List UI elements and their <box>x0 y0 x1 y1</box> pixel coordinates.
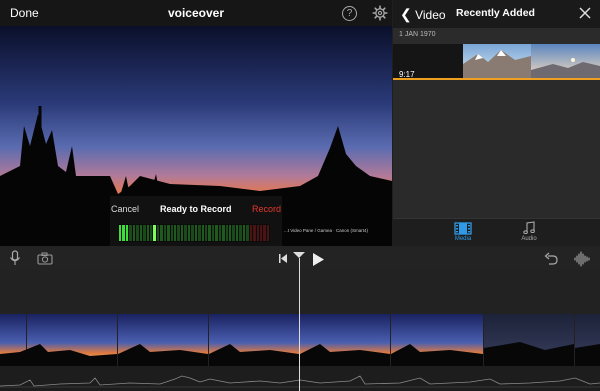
date-label: 1 JAN 1970 <box>399 31 436 38</box>
meter-segment <box>198 225 201 241</box>
meter-segment <box>263 225 266 241</box>
meter-segment <box>253 225 256 241</box>
undo-icon[interactable] <box>544 252 558 265</box>
meter-segment <box>239 225 242 241</box>
meter-segment <box>119 225 122 241</box>
meter-segment <box>235 225 239 241</box>
video-overlay-caption: ...t Video Pane / Gamea · Canon (Smart4) <box>284 228 368 233</box>
media-clip-thumbnail[interactable] <box>393 44 600 80</box>
meter-segment <box>129 225 132 241</box>
meter-segment <box>242 225 246 241</box>
camera-icon[interactable] <box>37 252 53 265</box>
media-browser-tab-bar: Media Audio <box>393 218 600 247</box>
film-strip-icon <box>454 222 472 235</box>
meter-segment <box>204 225 208 241</box>
meter-segment <box>259 225 263 241</box>
meter-segment <box>184 225 187 241</box>
meter-segment <box>191 225 194 241</box>
meter-segment <box>246 225 249 241</box>
meter-segment <box>208 225 211 241</box>
meter-segment <box>174 225 177 241</box>
meter-segment <box>222 225 225 241</box>
meter-segment <box>146 225 149 241</box>
tab-media-label: Media <box>454 236 472 242</box>
meter-segment <box>125 225 129 241</box>
chevron-left-icon: ❮ <box>400 6 412 22</box>
timeline-thumbnails <box>0 314 600 366</box>
tab-media[interactable]: Media <box>445 222 481 242</box>
audio-waveform-icon[interactable] <box>574 251 590 267</box>
music-note-icon <box>523 221 535 234</box>
meter-segment <box>153 225 156 241</box>
meter-segment <box>218 225 222 241</box>
audio-level-meter <box>118 224 270 242</box>
meter-segment <box>167 225 170 241</box>
meter-segment <box>143 225 146 241</box>
project-title: voiceover <box>167 6 225 20</box>
meter-segment <box>163 225 167 241</box>
meter-segment <box>180 225 184 241</box>
meter-segment <box>201 225 204 241</box>
help-icon[interactable]: ? <box>342 6 357 21</box>
play-icon[interactable] <box>311 252 325 267</box>
date-section-header: 1 JAN 1970 <box>393 28 600 44</box>
meter-segment <box>170 225 173 241</box>
video-clip-track[interactable] <box>0 314 600 366</box>
timeline-toolbar <box>0 246 600 270</box>
meter-segment <box>187 225 191 241</box>
skip-to-start-icon[interactable] <box>278 253 288 264</box>
meter-segment <box>139 225 143 241</box>
meter-segment <box>132 225 136 241</box>
audio-waveform-track[interactable] <box>0 366 600 391</box>
cancel-record-button[interactable]: Cancel <box>111 204 139 214</box>
voiceover-record-panel: Cancel Ready to Record Record <box>110 196 282 246</box>
meter-segment <box>215 225 218 241</box>
meter-segment <box>256 225 259 241</box>
meter-segment <box>229 225 232 241</box>
meter-segment <box>266 225 270 241</box>
back-button-label: Video <box>415 8 446 22</box>
meter-segment <box>211 225 215 241</box>
meter-segment <box>149 225 153 241</box>
playhead-line[interactable] <box>299 258 300 391</box>
meter-segment <box>156 225 160 241</box>
record-status-label: Ready to Record <box>160 204 232 214</box>
meter-segment <box>194 225 198 241</box>
microphone-icon[interactable] <box>9 250 21 266</box>
meter-segment <box>122 225 125 241</box>
meter-segment <box>177 225 180 241</box>
tab-audio-label: Audio <box>521 236 537 242</box>
meter-segment <box>249 225 253 241</box>
tab-audio[interactable]: Audio <box>511 221 547 242</box>
meter-segment <box>136 225 139 241</box>
meter-segment <box>232 225 235 241</box>
back-to-video-button[interactable]: ❮ Video <box>400 6 446 23</box>
meter-segment <box>225 225 228 241</box>
media-browser-title: Recently Added <box>456 7 535 19</box>
record-button[interactable]: Record <box>252 204 281 214</box>
clip-duration-label: 9:17 <box>399 70 415 79</box>
close-icon[interactable] <box>578 6 592 20</box>
settings-gear-icon[interactable] <box>372 5 388 21</box>
meter-segment <box>160 225 163 241</box>
